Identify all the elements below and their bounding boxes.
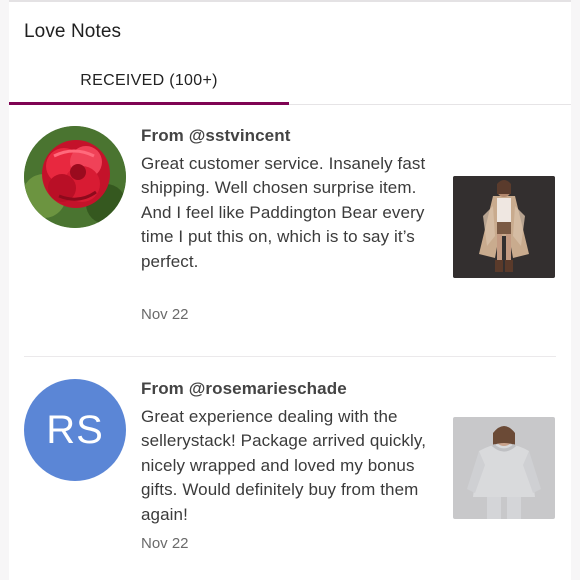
page-title: Love Notes (24, 21, 122, 42)
avatar[interactable] (24, 126, 126, 228)
rose-photo-icon (24, 126, 126, 228)
avatar-initials: RS (46, 407, 104, 452)
note-date: Nov 22 (141, 306, 189, 323)
tab-received-label: RECEIVED (100+) (80, 72, 218, 89)
note-date: Nov 22 (141, 535, 189, 552)
divider (24, 356, 556, 357)
tab-bar: RECEIVED (100+) (9, 58, 571, 105)
avatar[interactable]: RS (24, 379, 126, 481)
note-text: Great customer service. Insanely fast sh… (141, 154, 426, 271)
note-sender[interactable]: From @rosemarieschade (141, 379, 347, 399)
tab-received[interactable]: RECEIVED (100+) (9, 58, 289, 105)
listing-thumbnail[interactable] (453, 176, 555, 278)
love-notes-panel: Love Notes RECEIVED (100+) From @sstvinc… (9, 0, 571, 580)
coat-outfit-photo-icon (453, 176, 555, 278)
note-text: Great experience dealing with the seller… (141, 407, 427, 524)
listing-thumbnail[interactable] (453, 417, 555, 519)
hoodie-outfit-photo-icon (453, 417, 555, 519)
note-sender[interactable]: From @sstvincent (141, 126, 291, 146)
active-tab-indicator (9, 102, 289, 105)
